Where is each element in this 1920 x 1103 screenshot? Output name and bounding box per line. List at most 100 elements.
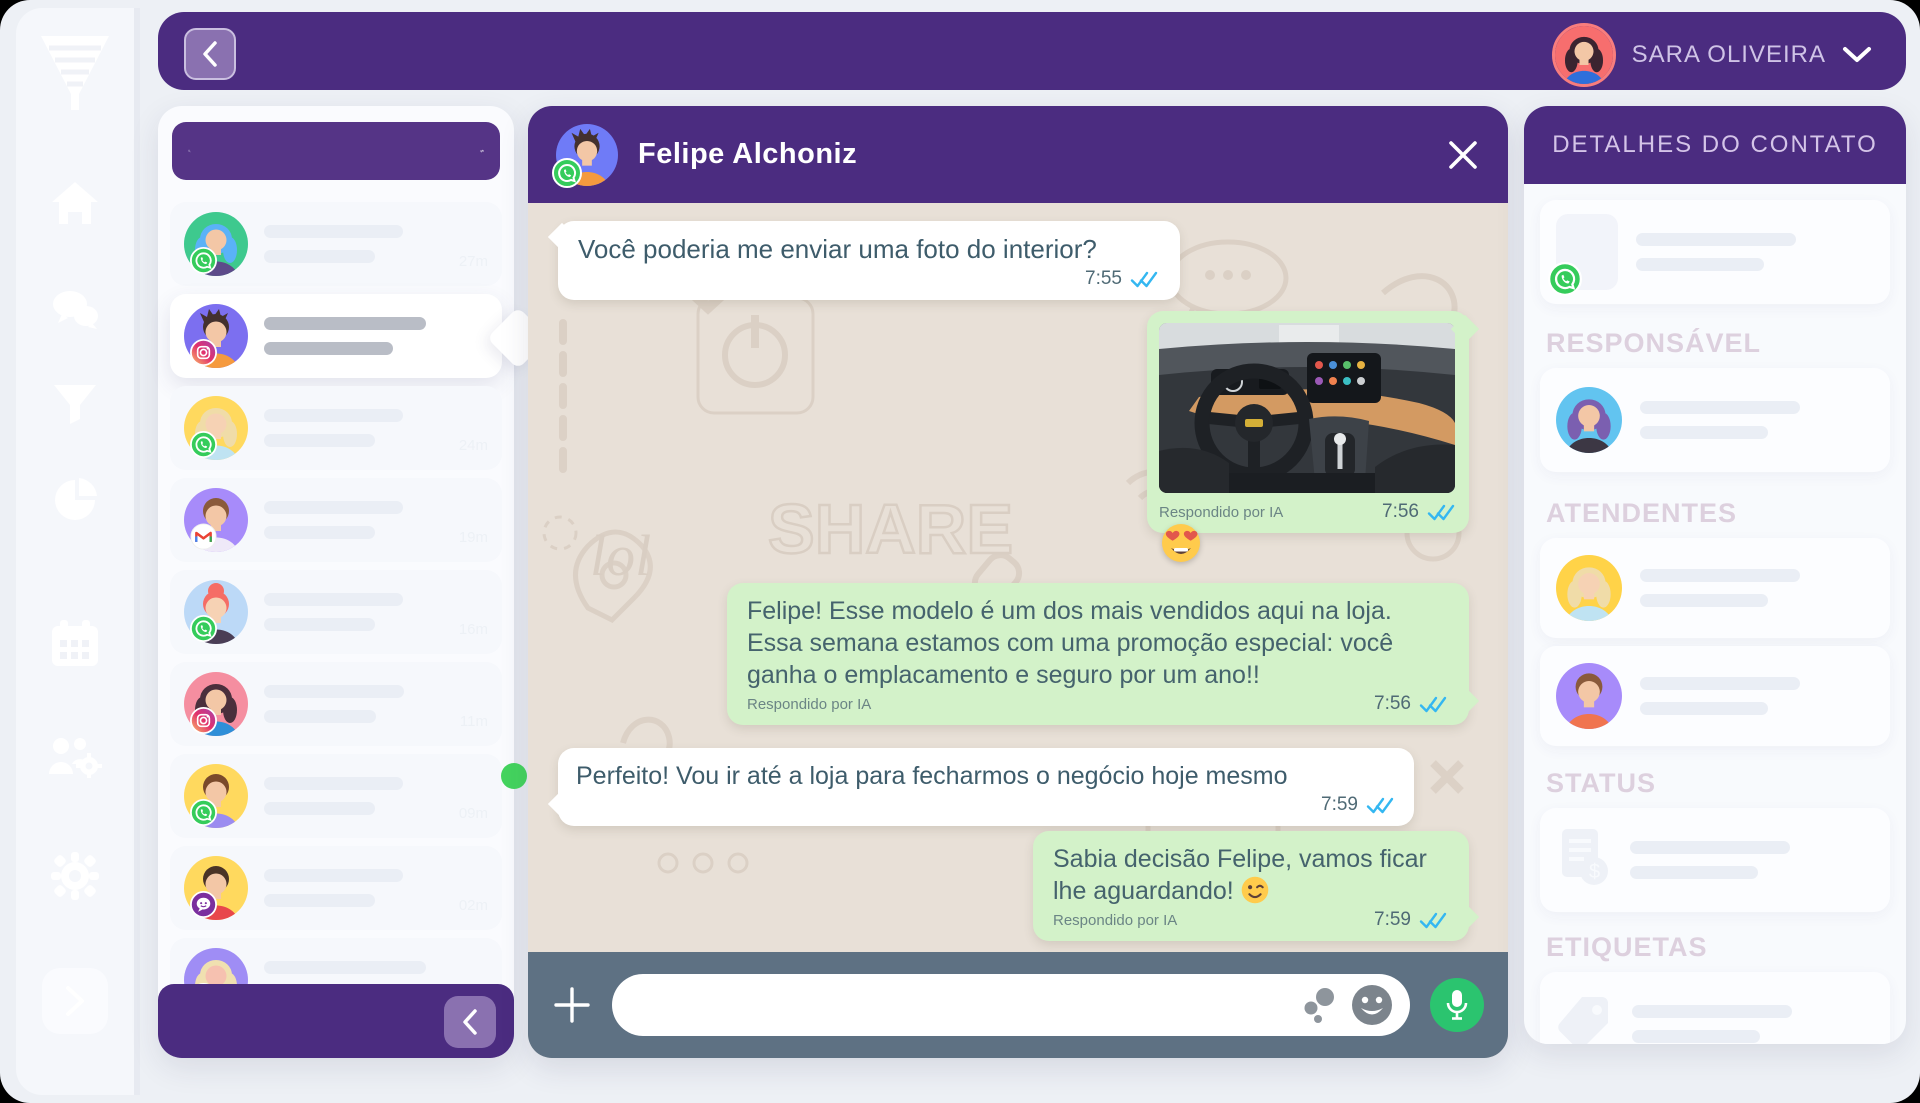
- atendente-placeholder: [1640, 569, 1874, 607]
- top-bar: SARA OLIVEIRA: [158, 12, 1906, 90]
- chat-time: 19m: [459, 529, 488, 546]
- details-title: DETALHES DO CONTATO: [1552, 131, 1878, 159]
- message-time: 7:55: [1085, 268, 1122, 290]
- chat-list-item[interactable]: 02m: [170, 846, 502, 930]
- details-header: DETALHES DO CONTATO: [1524, 106, 1906, 184]
- contact-name: Felipe Alchoniz: [638, 138, 857, 171]
- chat-preview-placeholder: [264, 685, 444, 723]
- doodle-word-lol: lol: [590, 523, 651, 588]
- message-composer: [528, 952, 1508, 1058]
- read-receipt-icon: [1419, 912, 1449, 929]
- status-card[interactable]: $: [1540, 808, 1890, 912]
- chat-preview-placeholder: [264, 501, 443, 539]
- chat-header: Felipe Alchoniz: [528, 106, 1508, 203]
- chat-list-item[interactable]: 19m: [170, 478, 502, 562]
- ai-reply-label: Respondido por IA: [1159, 504, 1283, 521]
- chat-list-item[interactable]: 16m: [170, 570, 502, 654]
- wink-emoji: [1241, 876, 1269, 904]
- chat-preview-placeholder: [264, 225, 443, 263]
- section-label-responsavel: RESPONSÁVEL: [1546, 328, 1761, 359]
- collapse-list-button[interactable]: [444, 996, 496, 1048]
- status-placeholder: [1630, 841, 1874, 879]
- chatbot-badge: [190, 891, 217, 918]
- calendar-icon[interactable]: [50, 620, 100, 668]
- atendente-placeholder: [1640, 677, 1874, 715]
- read-receipt-icon: [1130, 271, 1160, 288]
- message-time: 7:59: [1374, 909, 1411, 931]
- chat-list-footer: [158, 984, 514, 1058]
- whatsapp-badge: [190, 799, 217, 826]
- chat-list-item[interactable]: 24m: [170, 386, 502, 470]
- chat-preview-placeholder: [264, 409, 443, 447]
- search-input[interactable]: [201, 139, 470, 164]
- heart-eyes-reaction[interactable]: [1161, 523, 1201, 563]
- responsavel-placeholder: [1640, 401, 1874, 439]
- search-bar: [172, 122, 500, 180]
- chat-list-item[interactable]: 11m: [170, 662, 502, 746]
- etiquetas-card[interactable]: [1540, 972, 1890, 1044]
- avatar: [1556, 555, 1622, 621]
- atendente-card[interactable]: [1540, 538, 1890, 638]
- chat-list-item[interactable]: 09m: [170, 754, 502, 838]
- chat-time: 24m: [459, 437, 488, 454]
- chat-list-panel: 27m 24m: [158, 106, 514, 1058]
- message-text: Felipe! Esse modelo é um dos mais vendid…: [747, 595, 1449, 691]
- assistant-dots-icon[interactable]: [1302, 986, 1336, 1024]
- filter-icon[interactable]: [52, 383, 98, 425]
- chats-icon[interactable]: [50, 288, 100, 330]
- instagram-badge: [190, 339, 217, 366]
- ai-reply-label: Respondido por IA: [1053, 912, 1177, 929]
- contact-summary-card[interactable]: [1540, 200, 1890, 304]
- car-interior-photo[interactable]: [1159, 323, 1455, 493]
- chat-preview-placeholder: [264, 593, 443, 631]
- tag-icon: [1556, 993, 1614, 1045]
- message-input[interactable]: [636, 993, 1288, 1018]
- pie-chart-icon[interactable]: [51, 476, 99, 524]
- message-outgoing-image[interactable]: Respondido por IA 7:56: [1147, 311, 1469, 533]
- user-menu[interactable]: SARA OLIVEIRA: [1552, 23, 1872, 87]
- search-icon: [188, 138, 191, 164]
- home-icon[interactable]: [50, 180, 100, 226]
- icon-rail: [16, 8, 140, 1095]
- atendente-card[interactable]: [1540, 646, 1890, 746]
- section-label-etiquetas: ETIQUETAS: [1546, 932, 1708, 963]
- settings-gear-icon[interactable]: [49, 850, 101, 902]
- chat-message-area: lol SHARE FOLLOW SOC MEDIA Você poderia …: [528, 203, 1508, 952]
- team-settings-icon[interactable]: [47, 734, 103, 778]
- read-receipt-icon: [1366, 797, 1396, 814]
- voice-record-button[interactable]: [1430, 978, 1484, 1032]
- doodle-word-media: MEDIA: [1073, 942, 1344, 952]
- status-document-icon: $: [1556, 827, 1612, 894]
- svg-text:$: $: [1589, 861, 1600, 883]
- message-incoming[interactable]: Você poderia me enviar uma foto do inter…: [558, 221, 1180, 300]
- close-chat-icon[interactable]: [1446, 138, 1480, 172]
- whatsapp-badge: [190, 615, 217, 642]
- chat-time: 09m: [459, 805, 488, 822]
- emoji-picker-icon[interactable]: [1350, 983, 1394, 1027]
- chevron-down-icon: [1842, 46, 1872, 64]
- avatar: [1556, 387, 1622, 453]
- avatar: [1552, 23, 1616, 87]
- online-notification-dot: [501, 763, 527, 789]
- doodle-word-share: SHARE: [768, 490, 1013, 568]
- message-text: Perfeito! Vou ir até a loja para fecharm…: [576, 760, 1396, 792]
- ai-reply-label: Respondido por IA: [747, 696, 871, 713]
- contact-info-placeholder: [1636, 233, 1874, 271]
- etiquetas-placeholder: [1632, 1005, 1874, 1043]
- rail-expand-button[interactable]: [42, 968, 108, 1034]
- responsavel-card[interactable]: [1540, 368, 1890, 472]
- chat-time: 11m: [460, 713, 488, 730]
- avatar: [1556, 663, 1622, 729]
- filter-sliders-icon[interactable]: [480, 136, 484, 166]
- attach-plus-icon[interactable]: [552, 985, 592, 1025]
- whatsapp-badge: [1548, 262, 1582, 296]
- chat-preview-placeholder: [264, 777, 443, 815]
- back-button[interactable]: [184, 28, 236, 80]
- whatsapp-badge: [552, 158, 582, 188]
- chat-list-item[interactable]: 27m: [170, 202, 502, 286]
- contact-details-panel: DETALHES DO CONTATO RESPONSÁVEL ATENDENT…: [1524, 106, 1906, 1044]
- message-outgoing[interactable]: Felipe! Esse modelo é um dos mais vendid…: [727, 583, 1469, 725]
- message-incoming[interactable]: Perfeito! Vou ir até a loja para fecharm…: [558, 748, 1414, 826]
- chat-list-item-active[interactable]: [170, 294, 502, 378]
- message-outgoing[interactable]: Sabia decisão Felipe, vamos ficar lhe ag…: [1033, 831, 1469, 941]
